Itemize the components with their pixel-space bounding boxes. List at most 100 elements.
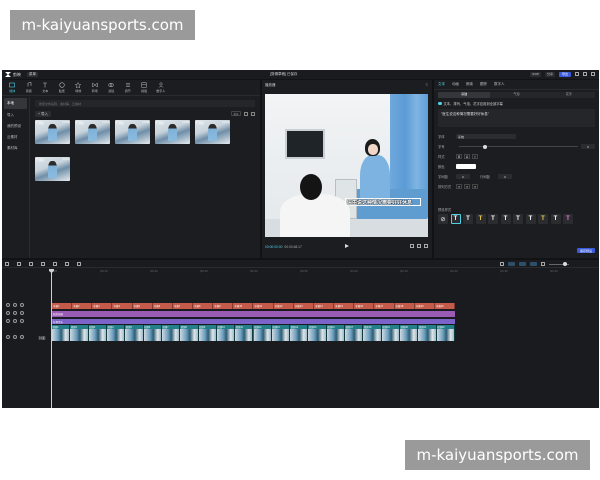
line-spacing-input[interactable]: 0	[498, 174, 512, 179]
video-clip[interactable]: 视频1	[52, 325, 71, 341]
tool-sticker[interactable]: 贴纸	[54, 81, 71, 95]
split-icon[interactable]	[41, 261, 45, 266]
text-clip[interactable]: 字幕6	[153, 303, 173, 309]
tool-media[interactable]: 媒体	[4, 81, 21, 95]
underline-button[interactable]: U	[464, 154, 470, 159]
eye-icon[interactable]	[13, 319, 17, 323]
import-button[interactable]: + 导入	[35, 111, 52, 117]
text-clip[interactable]: 字幕10	[233, 303, 254, 309]
split-left-icon[interactable]	[53, 261, 57, 266]
text-clip[interactable]: 字幕15	[334, 303, 355, 309]
preset-style[interactable]: ⊘	[438, 214, 448, 224]
tool-transition[interactable]: 转场	[87, 81, 104, 95]
video-clip[interactable]: 视频18	[363, 325, 382, 341]
subtab-basic[interactable]: 基础	[438, 92, 491, 98]
nav-cloud[interactable]: 云素材	[2, 132, 29, 143]
text-clip[interactable]: 字幕4	[112, 303, 133, 309]
text-clip[interactable]: 字幕9	[213, 303, 234, 309]
media-clip[interactable]: 已添加 00:04	[35, 157, 70, 181]
video-clip[interactable]: 视频4	[106, 325, 126, 341]
preset-style[interactable]: T	[475, 214, 486, 224]
maximize-icon[interactable]	[583, 72, 587, 76]
lock-icon[interactable]	[6, 311, 10, 315]
video-clip[interactable]: 视频20	[400, 325, 419, 341]
video-clip[interactable]: 视频6	[143, 325, 162, 341]
tab-tts[interactable]: 朗读	[466, 82, 473, 87]
video-clip[interactable]: 视频9	[198, 325, 217, 341]
audio-track[interactable]: 背景音乐	[52, 319, 455, 324]
video-clip[interactable]: 视频17	[345, 325, 364, 341]
lock-icon[interactable]	[6, 335, 10, 339]
text-clip[interactable]: 字幕8	[193, 303, 214, 309]
preset-style[interactable]: T	[488, 214, 498, 224]
delete-icon[interactable]	[77, 261, 81, 266]
main-menu-button[interactable]: 菜单	[27, 72, 38, 77]
media-clip[interactable]: 已添加 00:05	[155, 120, 190, 144]
sticker-track[interactable]: 贴纸动画	[52, 311, 455, 317]
nav-library[interactable]: 素材库	[2, 143, 29, 154]
size-slider[interactable]	[459, 144, 578, 149]
text-clip[interactable]: 字幕5	[133, 303, 153, 309]
media-clip[interactable]: 已添加 00:08	[115, 120, 150, 144]
italic-button[interactable]: I	[472, 154, 478, 159]
lock-icon[interactable]	[6, 303, 10, 307]
video-clip[interactable]: 视频14	[290, 325, 309, 341]
tool-template[interactable]: 模板	[136, 81, 153, 95]
text-clip[interactable]: 字幕16	[354, 303, 375, 309]
nav-import[interactable]: 导入	[2, 110, 29, 121]
tool-effect[interactable]: 特效	[70, 81, 87, 95]
subtab-fancy[interactable]: 花字	[542, 92, 595, 98]
zoom-out-icon[interactable]	[541, 262, 545, 266]
align-left-icon[interactable]: ≡	[456, 184, 462, 189]
mic-icon[interactable]	[500, 262, 504, 266]
undo-icon[interactable]	[17, 261, 21, 266]
svip-badge[interactable]: SVIP	[530, 71, 541, 77]
audio-mute-icon[interactable]	[20, 335, 24, 339]
nav-local[interactable]: 本地	[4, 98, 27, 109]
video-clip[interactable]: 视频8	[180, 325, 199, 341]
tab-text[interactable]: 文本	[438, 82, 445, 87]
apply-all-checkbox[interactable]: 文本、排列、气泡、花字应用到全部字幕	[438, 101, 503, 106]
video-clip[interactable]: 视频12	[253, 325, 272, 341]
video-preview[interactable]: 医生说这种情况需要好好休息	[265, 94, 428, 237]
video-clip[interactable]: 视频19	[381, 325, 401, 341]
spacing-input[interactable]: 0	[456, 174, 470, 179]
tab-avatar[interactable]: 数字人	[494, 82, 505, 87]
eye-icon[interactable]	[13, 303, 17, 307]
video-clip[interactable]: 视频5	[125, 325, 144, 341]
color-swatch[interactable]	[456, 164, 476, 169]
video-clip[interactable]: 视频15	[308, 325, 327, 341]
sort-dropdown[interactable]: 排序	[231, 111, 241, 116]
minimize-icon[interactable]	[575, 72, 579, 76]
close-icon[interactable]	[591, 72, 595, 76]
preset-style[interactable]: T	[500, 214, 511, 224]
fullscreen-icon[interactable]	[424, 244, 428, 248]
audio-mute-icon[interactable]	[20, 319, 24, 323]
export-button[interactable]: 导出	[558, 71, 571, 77]
font-select[interactable]: 系统	[456, 134, 516, 139]
preset-style[interactable]: T	[463, 214, 473, 224]
select-tool-icon[interactable]	[5, 261, 9, 266]
preset-style[interactable]: T	[550, 214, 561, 224]
video-clip[interactable]: 视频21	[418, 325, 437, 341]
video-clip[interactable]: 视频7	[161, 325, 181, 341]
text-clip[interactable]: 字幕11	[254, 303, 274, 309]
preset-style[interactable]: T	[513, 214, 523, 224]
text-clip[interactable]: 字幕18	[395, 303, 415, 309]
eye-icon[interactable]	[13, 335, 17, 339]
playhead-line[interactable]	[51, 269, 52, 408]
ratio-icon[interactable]	[417, 244, 421, 248]
text-clip[interactable]: 字幕19	[415, 303, 435, 309]
share-button[interactable]: 分享	[544, 71, 555, 77]
text-content-input[interactable]: "医生说这种情况需要好好休息"	[438, 109, 595, 127]
eye-icon[interactable]	[13, 311, 17, 315]
text-clip[interactable]: 字幕17	[374, 303, 395, 309]
text-clip[interactable]: 字幕3	[92, 303, 113, 309]
link-toggle[interactable]	[519, 262, 526, 266]
media-clip[interactable]: 已添加 00:03	[35, 120, 70, 144]
tool-adjust[interactable]: 调节	[120, 81, 137, 95]
tool-audio[interactable]: 音频	[21, 81, 38, 95]
text-clip[interactable]: 字幕2	[72, 303, 93, 309]
video-clip[interactable]: 视频16	[326, 325, 346, 341]
preset-style[interactable]: T	[563, 214, 573, 224]
